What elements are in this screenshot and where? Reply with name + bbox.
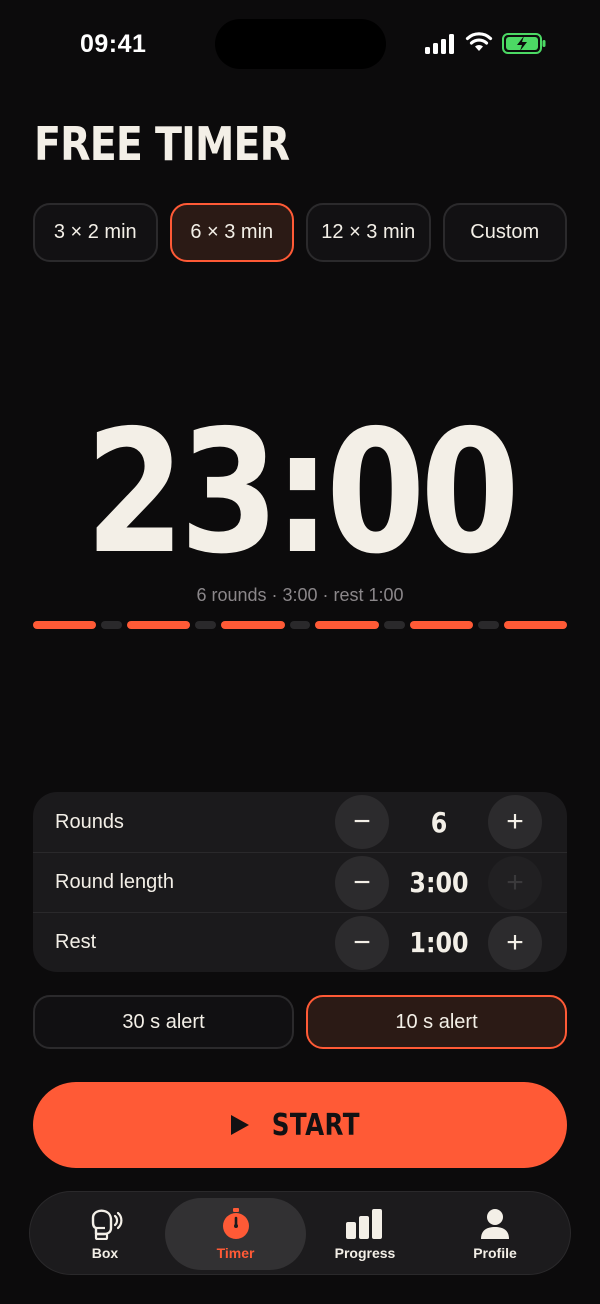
alert-10s-toggle[interactable]: 10 s alert bbox=[306, 995, 567, 1049]
round-length-decrement-button[interactable]: − bbox=[335, 855, 389, 910]
rest-label: Rest bbox=[55, 931, 97, 953]
play-icon bbox=[231, 1115, 250, 1135]
round-segment bbox=[221, 621, 285, 629]
round-segment bbox=[503, 621, 567, 629]
rounds-decrement-button[interactable]: − bbox=[335, 795, 389, 849]
status-bar: 09:41 bbox=[0, 0, 600, 90]
round-length-row: Round length − 3:00 + bbox=[33, 852, 567, 912]
rest-row: Rest − 1:00 + bbox=[33, 912, 567, 972]
bar-chart-icon bbox=[345, 1207, 385, 1241]
round-length-increment-button[interactable]: + bbox=[488, 855, 542, 910]
cellular-signal-icon bbox=[425, 34, 454, 54]
user-icon bbox=[475, 1207, 515, 1241]
tab-progress-label: Progress bbox=[334, 1245, 396, 1261]
rest-segment bbox=[195, 621, 217, 629]
preset-12x3[interactable]: 12 × 3 min bbox=[306, 203, 431, 262]
preset-selector: 3 × 2 min 6 × 3 min 12 × 3 min Custom bbox=[33, 203, 567, 262]
alert-30s-toggle[interactable]: 30 s alert bbox=[33, 995, 294, 1049]
round-segment bbox=[315, 621, 379, 629]
tab-timer[interactable]: Timer bbox=[165, 1198, 306, 1270]
start-button[interactable]: START bbox=[33, 1082, 567, 1168]
rest-increment-button[interactable]: + bbox=[488, 915, 542, 970]
tab-profile[interactable]: Profile bbox=[430, 1192, 560, 1276]
wifi-icon bbox=[465, 32, 493, 51]
dynamic-island bbox=[215, 19, 386, 69]
page-title: FREE TIMER bbox=[34, 117, 290, 171]
round-segment bbox=[33, 621, 97, 629]
rest-decrement-button[interactable]: − bbox=[335, 915, 389, 970]
rounds-increment-button[interactable]: + bbox=[488, 795, 542, 849]
rest-segment bbox=[477, 621, 499, 629]
preset-3x2[interactable]: 3 × 2 min bbox=[33, 203, 158, 262]
round-segment bbox=[127, 621, 191, 629]
preset-custom[interactable]: Custom bbox=[442, 203, 567, 262]
timer-display: 23:00 bbox=[85, 394, 519, 592]
round-length-value: 3:00 bbox=[409, 866, 469, 899]
rest-segment bbox=[289, 621, 311, 629]
boxing-glove-icon bbox=[85, 1207, 125, 1241]
tab-box[interactable]: Box bbox=[40, 1192, 170, 1276]
timer-summary: 6 rounds · 3:00 · rest 1:00 bbox=[196, 585, 404, 605]
status-time: 09:41 bbox=[80, 30, 147, 58]
tab-bar: Box Timer Progress Profile bbox=[29, 1191, 571, 1275]
battery-charging-icon bbox=[502, 33, 546, 54]
round-segment bbox=[409, 621, 473, 629]
alert-selector: 30 s alert 10 s alert bbox=[33, 995, 567, 1049]
settings-card: Rounds − 6 + Round length − 3:00 + Rest … bbox=[33, 792, 567, 972]
rest-segment bbox=[383, 621, 405, 629]
tab-box-label: Box bbox=[91, 1245, 119, 1261]
rounds-row: Rounds − 6 + bbox=[33, 792, 567, 852]
rounds-value: 6 bbox=[430, 805, 448, 839]
round-length-label: Round length bbox=[55, 871, 174, 893]
round-progress-bar bbox=[33, 621, 567, 629]
rest-segment bbox=[101, 621, 123, 629]
start-label: START bbox=[271, 1107, 361, 1143]
rest-value: 1:00 bbox=[409, 926, 469, 959]
rounds-label: Rounds bbox=[55, 810, 124, 833]
tab-profile-label: Profile bbox=[473, 1245, 517, 1261]
stopwatch-icon bbox=[216, 1207, 256, 1241]
tab-timer-label: Timer bbox=[216, 1245, 255, 1261]
tab-progress[interactable]: Progress bbox=[300, 1192, 430, 1276]
preset-6x3[interactable]: 6 × 3 min bbox=[169, 203, 294, 262]
